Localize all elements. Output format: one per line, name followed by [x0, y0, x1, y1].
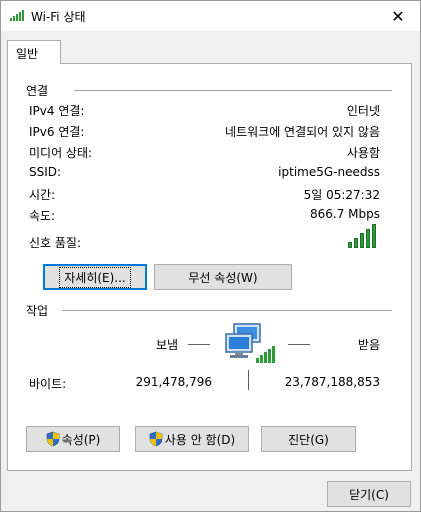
bytes-label: 바이트:: [29, 377, 67, 391]
general-panel: 연결 IPv4 연결: 인터넷 IPv6 연결: 네트워크에 연결되어 있지 않…: [7, 63, 412, 471]
diagnose-button[interactable]: 진단(G): [261, 426, 356, 452]
duration-label: 시간:: [29, 188, 56, 202]
ssid-label: SSID:: [29, 165, 62, 179]
tab-general[interactable]: 일반: [7, 40, 61, 64]
signal-bar: [354, 237, 358, 248]
wireless-properties-button[interactable]: 무선 속성(W): [154, 264, 292, 290]
speed-label: 속도:: [29, 209, 56, 223]
signal-bar: [366, 228, 370, 248]
media-state-label: 미디어 상태:: [29, 146, 93, 160]
activity-group-divider: [62, 310, 392, 311]
details-button-label: 자세히(E)...: [59, 266, 131, 288]
ipv4-label: IPv4 연결:: [29, 104, 85, 118]
uac-shield-icon: [46, 431, 59, 447]
close-icon: ✕: [391, 6, 405, 26]
signal-strength-icon: [348, 224, 378, 248]
signal-bar: [348, 242, 352, 248]
bytes-received-value: 23,787,188,853: [284, 375, 380, 389]
details-button[interactable]: 자세히(E)...: [43, 264, 147, 290]
window-title: Wi-Fi 상태: [31, 10, 86, 24]
connection-group-title: 연결: [26, 84, 49, 98]
ipv6-value: 네트워크에 연결되어 있지 않음: [225, 125, 380, 139]
bytes-sent-value: 291,478,796: [135, 375, 212, 389]
signal-bar: [360, 233, 364, 248]
wifi-signal-icon: [10, 10, 24, 21]
wireless-properties-label: 무선 속성(W): [188, 270, 258, 285]
received-line: [288, 344, 310, 345]
received-label: 받음: [357, 338, 380, 352]
signal-quality-label: 신호 품질:: [29, 236, 82, 250]
wifi-status-window: Wi-Fi 상태 ✕ 일반 연결 IPv4 연결: 인터넷 IPv6 연결: 네…: [0, 0, 421, 512]
activity-group-title: 작업: [26, 304, 49, 318]
dialog-footer: 닫기(C): [1, 473, 420, 511]
network-computers-icon: [225, 323, 275, 363]
ipv6-label: IPv6 연결:: [29, 125, 85, 139]
title-bar[interactable]: Wi-Fi 상태 ✕: [1, 1, 420, 31]
sent-line: [188, 344, 210, 345]
ipv4-value: 인터넷: [346, 104, 380, 118]
connection-group-divider: [74, 90, 392, 91]
close-button[interactable]: 닫기(C): [327, 481, 411, 507]
media-state-value: 사용함: [346, 146, 380, 160]
uac-shield-icon: [149, 431, 163, 447]
ssid-value: iptime5G-needss: [278, 165, 380, 179]
diagnose-button-label: 진단(G): [288, 432, 329, 447]
sent-label: 보냄: [156, 338, 179, 352]
disable-button-label: 사용 안 함(D): [164, 432, 236, 447]
close-button-label: 닫기(C): [349, 487, 389, 502]
speed-value: 866.7 Mbps: [309, 207, 380, 221]
close-window-button[interactable]: ✕: [376, 1, 420, 31]
duration-value: 5일 05:27:32: [303, 188, 380, 202]
signal-bar: [372, 224, 376, 248]
disable-button[interactable]: 사용 안 함(D): [135, 426, 249, 452]
properties-button[interactable]: 속성(P): [26, 426, 120, 452]
properties-button-label: 속성(P): [61, 432, 101, 447]
bytes-divider: [248, 370, 249, 390]
